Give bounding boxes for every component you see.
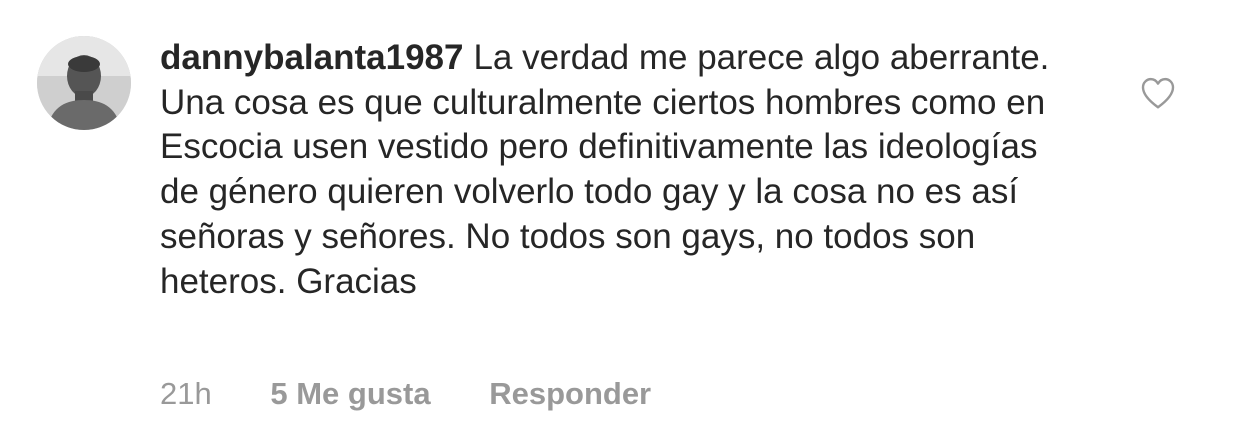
reply-button[interactable]: Responder xyxy=(489,376,651,411)
comment-body: dannybalanta1987 La verdad me parece algo… xyxy=(160,36,1060,304)
heart-outline-icon[interactable] xyxy=(1140,76,1176,110)
avatar-image xyxy=(37,36,131,130)
comment-text: La verdad me parece algo aberrante. Una … xyxy=(160,38,1050,301)
likes-count-link[interactable]: 5 Me gusta xyxy=(270,376,430,411)
comment-meta: 21h 5 Me gusta Responder xyxy=(160,374,651,414)
comment: dannybalanta1987 La verdad me parece algo… xyxy=(0,0,1242,443)
avatar[interactable] xyxy=(37,36,131,130)
comment-timestamp: 21h xyxy=(160,376,212,411)
comment-username[interactable]: dannybalanta1987 xyxy=(160,38,463,77)
